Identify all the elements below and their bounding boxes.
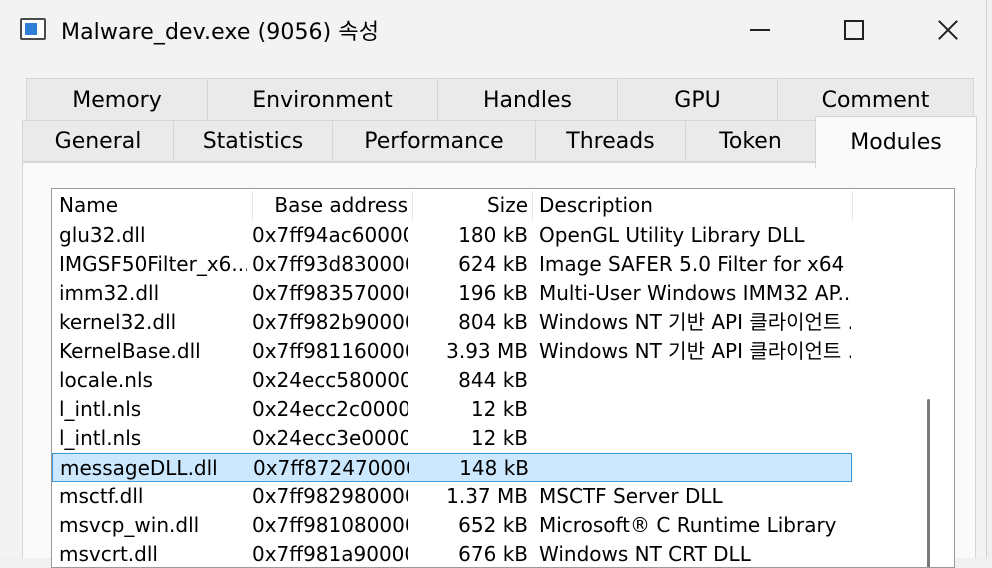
module-row[interactable]: msvcrt.dll 0x7ff981a90000 676 kB Windows… — [52, 540, 852, 567]
module-row[interactable]: l_intl.nls 0x24ecc2c0000 12 kB — [52, 395, 852, 424]
module-size: 624 kB — [458, 252, 528, 276]
module-row[interactable]: KernelBase.dll 0x7ff981160000 3.93 MB Wi… — [52, 337, 852, 366]
module-size: 3.93 MB — [446, 339, 528, 363]
tab-statistics[interactable]: Statistics — [173, 120, 333, 162]
tab-general[interactable]: General — [22, 120, 174, 162]
module-size: 12 kB — [470, 397, 528, 421]
window-title: Malware_dev.exe (9056) 속성 — [61, 20, 380, 45]
module-description: MSCTF Server DLL — [539, 484, 723, 508]
module-description: OpenGL Utility Library DLL — [539, 223, 805, 247]
module-size: 148 kB — [459, 456, 529, 480]
title-bar[interactable]: Malware_dev.exe (9056) 속성 — [0, 0, 986, 62]
module-base-address: 0x7ff981080000 — [252, 513, 408, 537]
tab-gpu[interactable]: GPU — [617, 78, 778, 122]
module-description — [539, 366, 851, 395]
module-row[interactable]: kernel32.dll 0x7ff982b90000 804 kB Windo… — [52, 308, 852, 337]
module-name: IMGSF50Filter_x6... — [59, 252, 247, 276]
module-size: 12 kB — [470, 426, 528, 450]
module-description — [539, 424, 851, 453]
column-divider[interactable] — [852, 191, 853, 221]
module-base-address: 0x7ff982980000 — [252, 484, 408, 508]
tab-threads[interactable]: Threads — [535, 120, 686, 162]
maximize-button[interactable] — [814, 0, 894, 60]
module-name: locale.nls — [59, 368, 153, 392]
module-size: 804 kB — [458, 310, 528, 334]
module-name: msctf.dll — [59, 484, 144, 508]
minimize-icon — [750, 29, 770, 31]
module-base-address: 0x7ff982b90000 — [252, 310, 408, 334]
module-row[interactable]: locale.nls 0x24ecc580000 844 kB — [52, 366, 852, 395]
module-base-address: 0x7ff981a90000 — [252, 542, 408, 566]
module-size: 180 kB — [458, 223, 528, 247]
tab-handles[interactable]: Handles — [437, 78, 618, 122]
module-base-address: 0x7ff981160000 — [252, 339, 408, 363]
close-icon — [937, 19, 959, 41]
vertical-scrollbar[interactable] — [927, 399, 930, 567]
module-size: 196 kB — [458, 281, 528, 305]
properties-window: Malware_dev.exe (9056) 속성 Memory Environ… — [0, 0, 987, 568]
module-row[interactable]: msvcp_win.dll 0x7ff981080000 652 kB Micr… — [52, 511, 852, 540]
module-row[interactable]: msctf.dll 0x7ff982980000 1.37 MB MSCTF S… — [52, 482, 852, 511]
module-row[interactable]: glu32.dll 0x7ff94ac60000 180 kB OpenGL U… — [52, 221, 852, 250]
list-header: Name Base address Size Description — [52, 189, 854, 221]
module-description: Image SAFER 5.0 Filter for x64 — [539, 252, 845, 276]
module-row-selected[interactable]: messageDLL.dll 0x7ff872470000 148 kB — [52, 453, 852, 482]
module-name: msvcrt.dll — [59, 542, 158, 566]
column-header-description[interactable]: Description — [539, 189, 653, 221]
module-base-address: 0x7ff983570000 — [252, 281, 408, 305]
column-divider[interactable] — [532, 191, 533, 221]
module-base-address: 0x24ecc2c0000 — [252, 397, 408, 421]
close-button[interactable] — [908, 0, 988, 60]
module-description: Microsoft® C Runtime Library — [539, 513, 837, 537]
module-row[interactable]: imm32.dll 0x7ff983570000 196 kB Multi-Us… — [52, 279, 852, 308]
modules-panel: Name Base address Size Description glu32… — [22, 162, 976, 568]
column-header-base-address[interactable]: Base address — [252, 189, 408, 221]
module-base-address: 0x7ff872470000 — [253, 456, 409, 480]
module-row[interactable]: l_intl.nls 0x24ecc3e0000 12 kB — [52, 424, 852, 453]
column-header-name[interactable]: Name — [59, 189, 118, 221]
module-size: 1.37 MB — [446, 484, 528, 508]
maximize-icon — [844, 20, 864, 40]
module-description: Multi-User Windows IMM32 AP... — [539, 281, 851, 305]
module-size: 676 kB — [458, 542, 528, 566]
tab-environment[interactable]: Environment — [207, 78, 438, 122]
modules-list[interactable]: Name Base address Size Description glu32… — [51, 188, 955, 568]
module-name: l_intl.nls — [59, 397, 142, 421]
module-name: kernel32.dll — [59, 310, 177, 334]
module-size: 652 kB — [458, 513, 528, 537]
module-name: imm32.dll — [59, 281, 160, 305]
module-base-address: 0x24ecc580000 — [252, 368, 408, 392]
tab-memory[interactable]: Memory — [26, 78, 208, 122]
module-description: Windows NT 기반 API 클라이언트 ... — [539, 310, 851, 334]
tab-token[interactable]: Token — [685, 120, 816, 162]
module-description: Windows NT 기반 API 클라이언트 ... — [539, 339, 851, 363]
app-window-icon — [20, 18, 46, 40]
module-row[interactable]: IMGSF50Filter_x6... 0x7ff93d830000 624 k… — [52, 250, 852, 279]
minimize-button[interactable] — [720, 0, 800, 60]
module-base-address: 0x24ecc3e0000 — [252, 426, 408, 450]
module-description: Windows NT CRT DLL — [539, 542, 751, 566]
module-size: 844 kB — [458, 368, 528, 392]
module-description — [540, 454, 852, 483]
module-base-address: 0x7ff93d830000 — [252, 252, 408, 276]
tab-modules[interactable]: Modules — [815, 116, 977, 168]
column-header-size[interactable]: Size — [412, 189, 528, 221]
module-name: msvcp_win.dll — [59, 513, 200, 537]
module-name: l_intl.nls — [59, 426, 142, 450]
module-base-address: 0x7ff94ac60000 — [252, 223, 408, 247]
tab-performance[interactable]: Performance — [332, 120, 536, 162]
module-name: glu32.dll — [59, 223, 146, 247]
module-name: messageDLL.dll — [60, 456, 218, 480]
module-name: KernelBase.dll — [59, 339, 201, 363]
tab-strip: Memory Environment Handles GPU Comment G… — [0, 62, 986, 172]
module-description — [539, 395, 851, 424]
